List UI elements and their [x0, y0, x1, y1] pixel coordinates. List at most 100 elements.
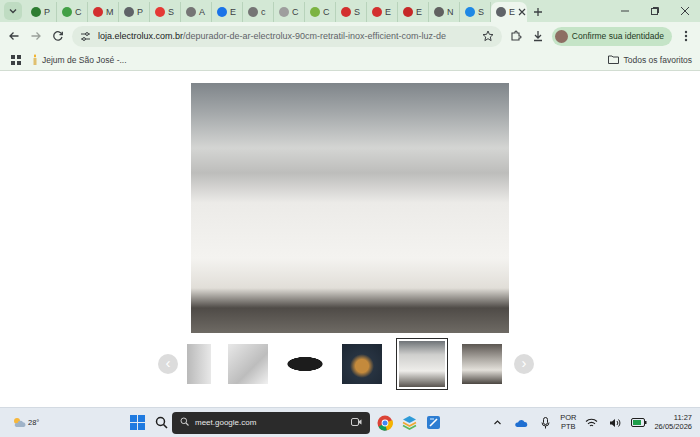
close-icon[interactable] — [518, 8, 526, 16]
reload-icon[interactable] — [50, 28, 66, 44]
windows-icon[interactable] — [128, 414, 146, 432]
browser-tab[interactable]: M — [88, 2, 119, 22]
favicon-icon — [310, 7, 320, 17]
tab-label: E — [416, 7, 422, 17]
url-host[interactable]: loja.electrolux.com.br — [98, 31, 183, 41]
browser-tab[interactable]: C — [274, 2, 305, 22]
battery-icon[interactable] — [630, 414, 648, 432]
address-bar[interactable]: loja.electrolux.com.br/depurador-de-ar-e… — [72, 26, 502, 47]
browser-tab[interactable]: C — [305, 2, 336, 22]
download-icon[interactable] — [530, 28, 546, 44]
thumbnail[interactable] — [396, 338, 448, 390]
bookmark-label[interactable]: Jejum de São José -... — [42, 55, 127, 65]
browser-tab[interactable]: C — [57, 2, 88, 22]
restore-icon[interactable] — [640, 0, 670, 22]
all-bookmarks[interactable]: Todos os favoritos — [608, 55, 692, 66]
system-tray: PORPTB 11:2726/05/2026 — [488, 414, 700, 432]
profile-label[interactable]: Confirme sua identidade — [572, 31, 664, 41]
tab-label: S — [354, 7, 360, 17]
tab-search-icon[interactable] — [4, 2, 22, 20]
browser-tab[interactable]: N — [429, 2, 460, 22]
bookmarks-bar: Jejum de São José -... Todos os favoritos — [0, 50, 700, 71]
layers-app-icon[interactable] — [400, 414, 418, 432]
back-icon[interactable] — [6, 28, 22, 44]
favicon-icon — [155, 7, 165, 17]
star-icon[interactable] — [480, 28, 496, 44]
preview-title[interactable]: meet.google.com — [195, 418, 345, 427]
weather-temp[interactable]: 28° — [28, 418, 39, 427]
next-button[interactable]: › — [514, 354, 534, 374]
extensions-icon[interactable] — [508, 28, 524, 44]
browser-tab[interactable]: E — [491, 2, 527, 22]
clock[interactable]: 11:2726/05/2026 — [654, 414, 692, 431]
volume-icon[interactable] — [606, 414, 624, 432]
forward-icon[interactable] — [28, 28, 44, 44]
browser-tab[interactable]: S — [460, 2, 491, 22]
favicon-icon — [217, 7, 227, 17]
thumbnail[interactable] — [339, 341, 385, 387]
thumbnail-image — [342, 344, 382, 384]
favicon-icon — [93, 7, 103, 17]
browser-tab[interactable]: S — [336, 2, 367, 22]
editor-app-icon[interactable] — [424, 414, 442, 432]
tab-label: M — [106, 7, 114, 17]
product-page: ‹› — [0, 71, 700, 407]
thumbnail-image — [228, 344, 268, 384]
language-indicator[interactable]: PORPTB — [560, 414, 576, 431]
browser-tab[interactable]: E — [367, 2, 398, 22]
thumbnail[interactable] — [187, 341, 214, 387]
tab-label: A — [199, 7, 205, 17]
url-text[interactable]: loja.electrolux.com.br/depurador-de-ar-e… — [98, 31, 475, 41]
browser-tab[interactable]: P — [26, 2, 57, 22]
browser-tab[interactable]: P — [119, 2, 150, 22]
chevron-up-icon[interactable] — [488, 414, 506, 432]
favicon-icon — [279, 7, 289, 17]
wifi-icon[interactable] — [582, 414, 600, 432]
favicon-icon — [62, 7, 72, 17]
browser-tab[interactable]: E — [212, 2, 243, 22]
tab-label: C — [323, 7, 330, 17]
clock-time[interactable]: 11:27 — [674, 414, 692, 423]
browser-tab[interactable]: E — [398, 2, 429, 22]
thumbnail[interactable] — [225, 341, 271, 387]
tab-label: E — [230, 7, 236, 17]
language-code[interactable]: POR — [560, 414, 576, 423]
profile-button[interactable]: Confirme sua identidade — [552, 27, 672, 46]
minimize-icon[interactable] — [610, 0, 640, 22]
favicon-icon — [341, 7, 351, 17]
search-icon[interactable] — [152, 414, 170, 432]
site-info-icon[interactable] — [77, 28, 93, 44]
bookmark[interactable]: Jejum de São José -... — [32, 54, 127, 67]
thumbnail[interactable] — [282, 341, 328, 387]
url-path[interactable]: /depurador-de-ar-electrolux-90cm-retrati… — [183, 31, 446, 41]
product-image[interactable] — [191, 83, 509, 333]
mic-icon[interactable] — [536, 414, 554, 432]
browser-tab[interactable]: c — [243, 2, 274, 22]
camera-icon — [351, 418, 362, 428]
plus-icon[interactable] — [527, 2, 549, 22]
favicon-icon — [31, 7, 41, 17]
favicon-icon — [372, 7, 382, 17]
clock-date[interactable]: 26/05/2026 — [654, 423, 692, 432]
tab-label: c — [261, 7, 266, 17]
thumbnail[interactable] — [459, 341, 505, 387]
browser-tab[interactable]: A — [181, 2, 212, 22]
thumbnail-strip — [187, 338, 505, 390]
taskbar-preview[interactable]: meet.google.com — [172, 412, 370, 434]
language-code[interactable]: PTB — [561, 423, 576, 432]
tab-label: P — [137, 7, 143, 17]
browser-tab[interactable]: S — [150, 2, 181, 22]
all-bookmarks-label[interactable]: Todos os favoritos — [623, 55, 692, 65]
prev-button[interactable]: ‹ — [158, 354, 178, 374]
apps-icon[interactable] — [8, 52, 24, 68]
cloud-icon[interactable] — [512, 414, 530, 432]
close-window-icon[interactable] — [670, 0, 700, 22]
thumbnail-row: ‹› — [158, 338, 534, 390]
tab-list: PCMPSAEcCCSEENSE — [26, 2, 527, 22]
weather-widget[interactable]: 28° — [0, 416, 128, 430]
menu-icon[interactable] — [678, 28, 694, 44]
chrome-icon[interactable] — [376, 414, 394, 432]
weather-icon — [12, 416, 26, 430]
tab-label: E — [385, 7, 391, 17]
thumbnail-image — [399, 341, 445, 387]
